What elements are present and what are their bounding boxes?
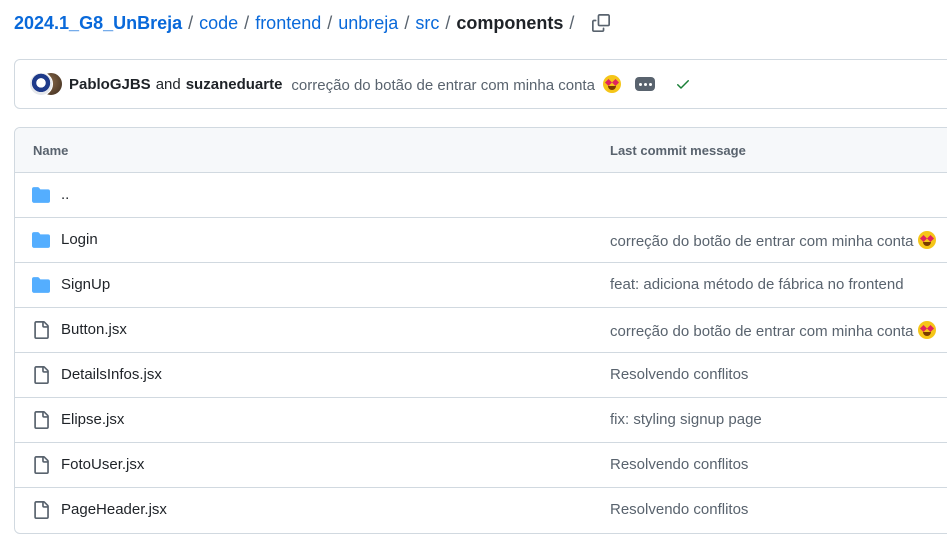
breadcrumb-separator: / bbox=[244, 12, 250, 33]
breadcrumb-link-frontend[interactable]: frontend bbox=[255, 13, 321, 34]
row-commit-message-link[interactable]: fix: styling signup page bbox=[610, 411, 762, 428]
file-icon bbox=[34, 366, 49, 384]
file-name-link[interactable]: Login bbox=[61, 231, 98, 248]
row-commit-message-text: feat: adiciona método de fábrica no fron… bbox=[610, 276, 904, 293]
author-avatars[interactable] bbox=[29, 72, 63, 96]
file-name-link[interactable]: FotoUser.jsx bbox=[61, 456, 144, 473]
row-commit-message-link[interactable]: correção do botão de entrar com minha co… bbox=[610, 231, 936, 250]
star-struck-emoji-icon bbox=[917, 231, 936, 249]
file-name-link[interactable]: SignUp bbox=[61, 276, 110, 293]
column-header-name: Name bbox=[33, 142, 69, 158]
file-table: Name Last commit message .. Login correção… bbox=[14, 127, 947, 534]
breadcrumb-link-src[interactable]: src bbox=[415, 13, 439, 34]
copy-path-button[interactable] bbox=[590, 12, 612, 34]
file-name-link[interactable]: Elipse.jsx bbox=[61, 411, 124, 428]
row-commit-message-text: correção do botão de entrar com minha co… bbox=[610, 323, 914, 340]
file-icon bbox=[34, 411, 49, 429]
table-row[interactable]: SignUp feat: adiciona método de fábrica n… bbox=[15, 263, 947, 308]
file-name-link[interactable]: PageHeader.jsx bbox=[61, 501, 167, 518]
table-row[interactable]: FotoUser.jsx Resolvendo conflitos bbox=[15, 443, 947, 488]
commit-author-link[interactable]: PabloGJBS bbox=[69, 76, 151, 93]
folder-icon bbox=[32, 187, 50, 203]
file-name-link[interactable]: DetailsInfos.jsx bbox=[61, 366, 162, 383]
breadcrumb-link-code[interactable]: code bbox=[199, 13, 238, 34]
row-commit-message-text: Resolvendo conflitos bbox=[610, 501, 749, 518]
table-row[interactable]: .. bbox=[15, 173, 947, 218]
breadcrumb-separator: / bbox=[445, 12, 451, 33]
row-commit-message-link[interactable]: feat: adiciona método de fábrica no fron… bbox=[610, 276, 904, 293]
avatar[interactable] bbox=[29, 72, 53, 96]
table-row[interactable]: Elipse.jsx fix: styling signup page bbox=[15, 398, 947, 443]
row-commit-message-text: correção do botão de entrar com minha co… bbox=[610, 233, 914, 250]
star-struck-emoji-icon bbox=[917, 321, 936, 339]
commit-authors-conjunction: and bbox=[155, 75, 181, 93]
column-header-last-commit-message: Last commit message bbox=[610, 142, 746, 158]
copy-icon bbox=[592, 14, 611, 32]
row-commit-message-link[interactable]: Resolvendo conflitos bbox=[610, 501, 748, 518]
file-icon bbox=[34, 456, 49, 474]
breadcrumb: 2024.1_G8_UnBreja / code / frontend / un… bbox=[14, 10, 612, 36]
file-icon bbox=[34, 321, 49, 339]
table-row[interactable]: DetailsInfos.jsx Resolvendo conflitos bbox=[15, 353, 947, 398]
breadcrumb-link-unbreja[interactable]: unbreja bbox=[338, 13, 398, 34]
commit-coauthor-link[interactable]: suzaneduarte bbox=[186, 76, 283, 93]
breadcrumb-repo-link[interactable]: 2024.1_G8_UnBreja bbox=[14, 13, 182, 34]
row-commit-message-text: Resolvendo conflitos bbox=[610, 366, 749, 383]
latest-commit-bar: PabloGJBS and suzaneduarte correção do b… bbox=[14, 59, 947, 109]
breadcrumb-separator: / bbox=[188, 12, 194, 33]
file-name-link[interactable]: .. bbox=[61, 186, 69, 203]
table-row[interactable]: Button.jsx correção do botão de entrar co… bbox=[15, 308, 947, 353]
breadcrumb-separator: / bbox=[404, 12, 410, 33]
folder-icon bbox=[32, 232, 50, 248]
row-commit-message-text: fix: styling signup page bbox=[610, 411, 762, 428]
folder-icon bbox=[32, 277, 50, 293]
row-commit-message-link[interactable]: correção do botão de entrar com minha co… bbox=[610, 321, 936, 340]
commit-status-check-icon[interactable] bbox=[675, 76, 691, 92]
table-header: Name Last commit message bbox=[15, 128, 947, 173]
breadcrumb-separator: / bbox=[569, 12, 575, 33]
breadcrumb-current: components bbox=[456, 12, 564, 33]
table-row[interactable]: PageHeader.jsx Resolvendo conflitos bbox=[15, 488, 947, 533]
expand-commit-message-button[interactable] bbox=[635, 77, 656, 91]
ellipsis-icon bbox=[638, 82, 642, 86]
row-commit-message-link[interactable]: Resolvendo conflitos bbox=[610, 366, 748, 383]
row-commit-message-link[interactable]: Resolvendo conflitos bbox=[610, 456, 748, 473]
commit-message-text: correção do botão de entrar com minha co… bbox=[291, 76, 595, 94]
breadcrumb-separator: / bbox=[327, 12, 333, 33]
commit-message-link[interactable]: correção do botão de entrar com minha co… bbox=[291, 74, 622, 94]
table-row[interactable]: Login correção do botão de entrar com min… bbox=[15, 218, 947, 263]
star-struck-emoji-icon bbox=[603, 74, 622, 93]
row-commit-message-text: Resolvendo conflitos bbox=[610, 456, 749, 473]
file-name-link[interactable]: Button.jsx bbox=[61, 321, 127, 338]
file-icon bbox=[34, 501, 49, 519]
